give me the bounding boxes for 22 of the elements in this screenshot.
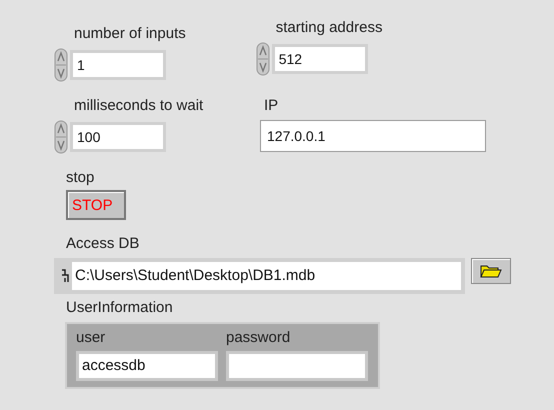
control-label: starting address — [276, 18, 382, 38]
cluster-label: UserInformation — [66, 298, 174, 318]
control-label: IP — [264, 96, 280, 116]
text-field[interactable] — [226, 351, 368, 381]
control-label: number of inputs — [74, 24, 186, 44]
numeric-field[interactable]: 100 — [70, 122, 166, 152]
numeric-field[interactable]: 512 — [272, 44, 368, 74]
control-label: milliseconds to wait — [74, 96, 204, 116]
text-field[interactable]: accessdb — [76, 351, 218, 381]
numeric-field[interactable]: 1 — [70, 50, 166, 80]
path-type-icon — [61, 269, 69, 283]
ip-field[interactable]: 127.0.0.1 — [260, 120, 486, 152]
folder-icon — [480, 264, 502, 278]
spinner-arrows-icon[interactable] — [54, 48, 68, 82]
spinner-arrows-icon[interactable] — [54, 120, 68, 154]
control-label: Access DB — [66, 234, 140, 254]
control-label: stop — [66, 168, 96, 188]
browse-button[interactable] — [471, 258, 511, 284]
spinner-arrows-icon[interactable] — [256, 42, 270, 76]
path-field[interactable]: C:\Users\Student\Desktop\DB1.mdb — [54, 258, 465, 294]
field-label: password — [226, 328, 292, 348]
field-label: user — [76, 328, 106, 348]
